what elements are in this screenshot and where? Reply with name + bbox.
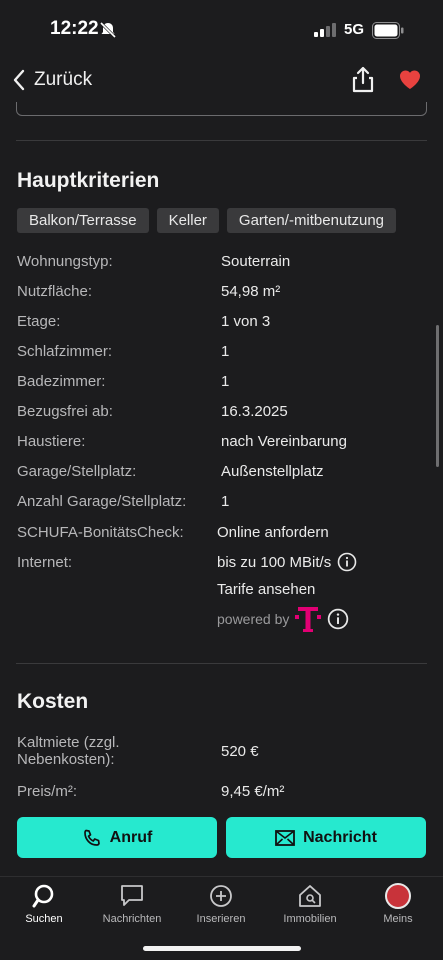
detail-value: 16.3.2025 — [221, 403, 288, 420]
cost-value: 520 € — [221, 743, 259, 760]
detail-value: nach Vereinbarung — [221, 433, 347, 450]
detail-label: Bezugsfrei ab: — [17, 403, 113, 420]
detail-label: Schlafzimmer: — [17, 343, 113, 360]
status-time: 12:22 — [50, 18, 99, 39]
detail-label: Etage: — [17, 313, 61, 330]
feature-tag: Garten/-mitbenutzung — [226, 208, 396, 233]
home-indicator — [143, 946, 301, 951]
cost-row: Kaltmiete (zzgl. Nebenkosten): 520 € — [17, 734, 427, 774]
nav-header: Zurück — [0, 58, 443, 102]
phone-icon — [83, 829, 100, 846]
battery-icon — [372, 22, 404, 39]
divider — [16, 663, 427, 664]
powered-by-label: powered by — [217, 611, 290, 627]
tab-label: Meins — [383, 913, 413, 925]
cost-label: Kaltmiete (zzgl. Nebenkosten): — [17, 734, 120, 768]
contact-actions: Anruf Nachricht — [0, 808, 443, 876]
detail-label: Internet: — [17, 554, 73, 571]
detail-value: 1 von 3 — [221, 313, 271, 330]
tab-label: Suchen — [25, 913, 63, 925]
call-label: Anruf — [109, 828, 153, 846]
detail-label: Anzahl Garage/Stellplatz: — [17, 493, 187, 510]
tariff-link[interactable]: Tarife ansehen — [217, 581, 315, 598]
detail-label: Badezimmer: — [17, 373, 106, 390]
scroll-indicator[interactable] — [436, 325, 439, 467]
telekom-logo-icon — [295, 607, 322, 632]
detail-value: Souterrain — [221, 253, 291, 270]
bell-muted-icon — [99, 21, 117, 39]
tab-meins[interactable]: Meins — [354, 883, 442, 925]
house-icon — [299, 885, 321, 907]
back-label: Zurück — [34, 69, 93, 90]
detail-value: 1 — [221, 493, 230, 510]
feature-tag: Balkon/Terrasse — [17, 208, 149, 233]
detail-value: 1 — [221, 343, 230, 360]
tab-suchen[interactable]: Suchen — [0, 883, 88, 925]
previous-section-box — [16, 102, 427, 116]
share-icon[interactable] — [350, 66, 376, 94]
plus-circle-icon — [210, 885, 232, 907]
powered-by: powered by — [217, 604, 349, 634]
section-heading-costs: Kosten — [17, 690, 89, 713]
feature-tags: Balkon/Terrasse Keller Garten/-mitbenutz… — [17, 208, 396, 233]
info-icon[interactable] — [327, 608, 349, 630]
detail-label: Wohnungstyp: — [17, 253, 113, 270]
back-button[interactable]: Zurück — [12, 66, 92, 94]
heart-icon[interactable] — [398, 68, 422, 90]
chevron-left-icon — [13, 69, 25, 91]
message-label: Nachricht — [303, 828, 377, 846]
schufa-link[interactable]: Online anfordern — [217, 524, 329, 541]
detail-label: Nutzfläche: — [17, 283, 93, 300]
feature-tag: Keller — [156, 208, 219, 233]
internet-value: bis zu 100 MBit/s — [217, 554, 332, 571]
divider — [16, 140, 427, 141]
message-button[interactable]: Nachricht — [226, 817, 426, 858]
detail-label: Garage/Stellplatz: — [17, 463, 137, 480]
network-label: 5G — [344, 21, 365, 38]
status-bar: 12:22 5G — [0, 0, 443, 58]
detail-label: Haustiere: — [17, 433, 86, 450]
tab-label: Nachrichten — [102, 913, 162, 925]
detail-label: SCHUFA-BonitätsCheck: — [17, 524, 184, 541]
cost-label-line1: Kaltmiete (zzgl. — [17, 734, 120, 751]
tab-nachrichten[interactable]: Nachrichten — [88, 883, 176, 925]
avatar — [385, 883, 411, 909]
tab-immobilien[interactable]: Immobilien — [266, 883, 354, 925]
signal-icon — [314, 23, 336, 37]
tab-label: Inserieren — [196, 913, 246, 925]
tab-inserieren[interactable]: Inserieren — [177, 883, 265, 925]
cost-label: Preis/m²: — [17, 783, 77, 800]
section-heading-main-criteria: Hauptkriterien — [17, 169, 160, 192]
cost-value: 9,45 €/m² — [221, 783, 285, 800]
detail-value: Außenstellplatz — [221, 463, 324, 480]
chat-icon — [121, 885, 143, 906]
listing-content[interactable]: Hauptkriterien Balkon/Terrasse Keller Ga… — [0, 102, 443, 808]
call-button[interactable]: Anruf — [17, 817, 217, 858]
cost-label-line2: Nebenkosten): — [17, 751, 115, 768]
tab-label: Immobilien — [283, 913, 337, 925]
info-icon[interactable] — [337, 552, 357, 572]
mail-icon — [275, 829, 295, 846]
search-icon — [32, 884, 54, 908]
detail-value: 54,98 m² — [221, 283, 281, 300]
detail-value: 1 — [221, 373, 230, 390]
